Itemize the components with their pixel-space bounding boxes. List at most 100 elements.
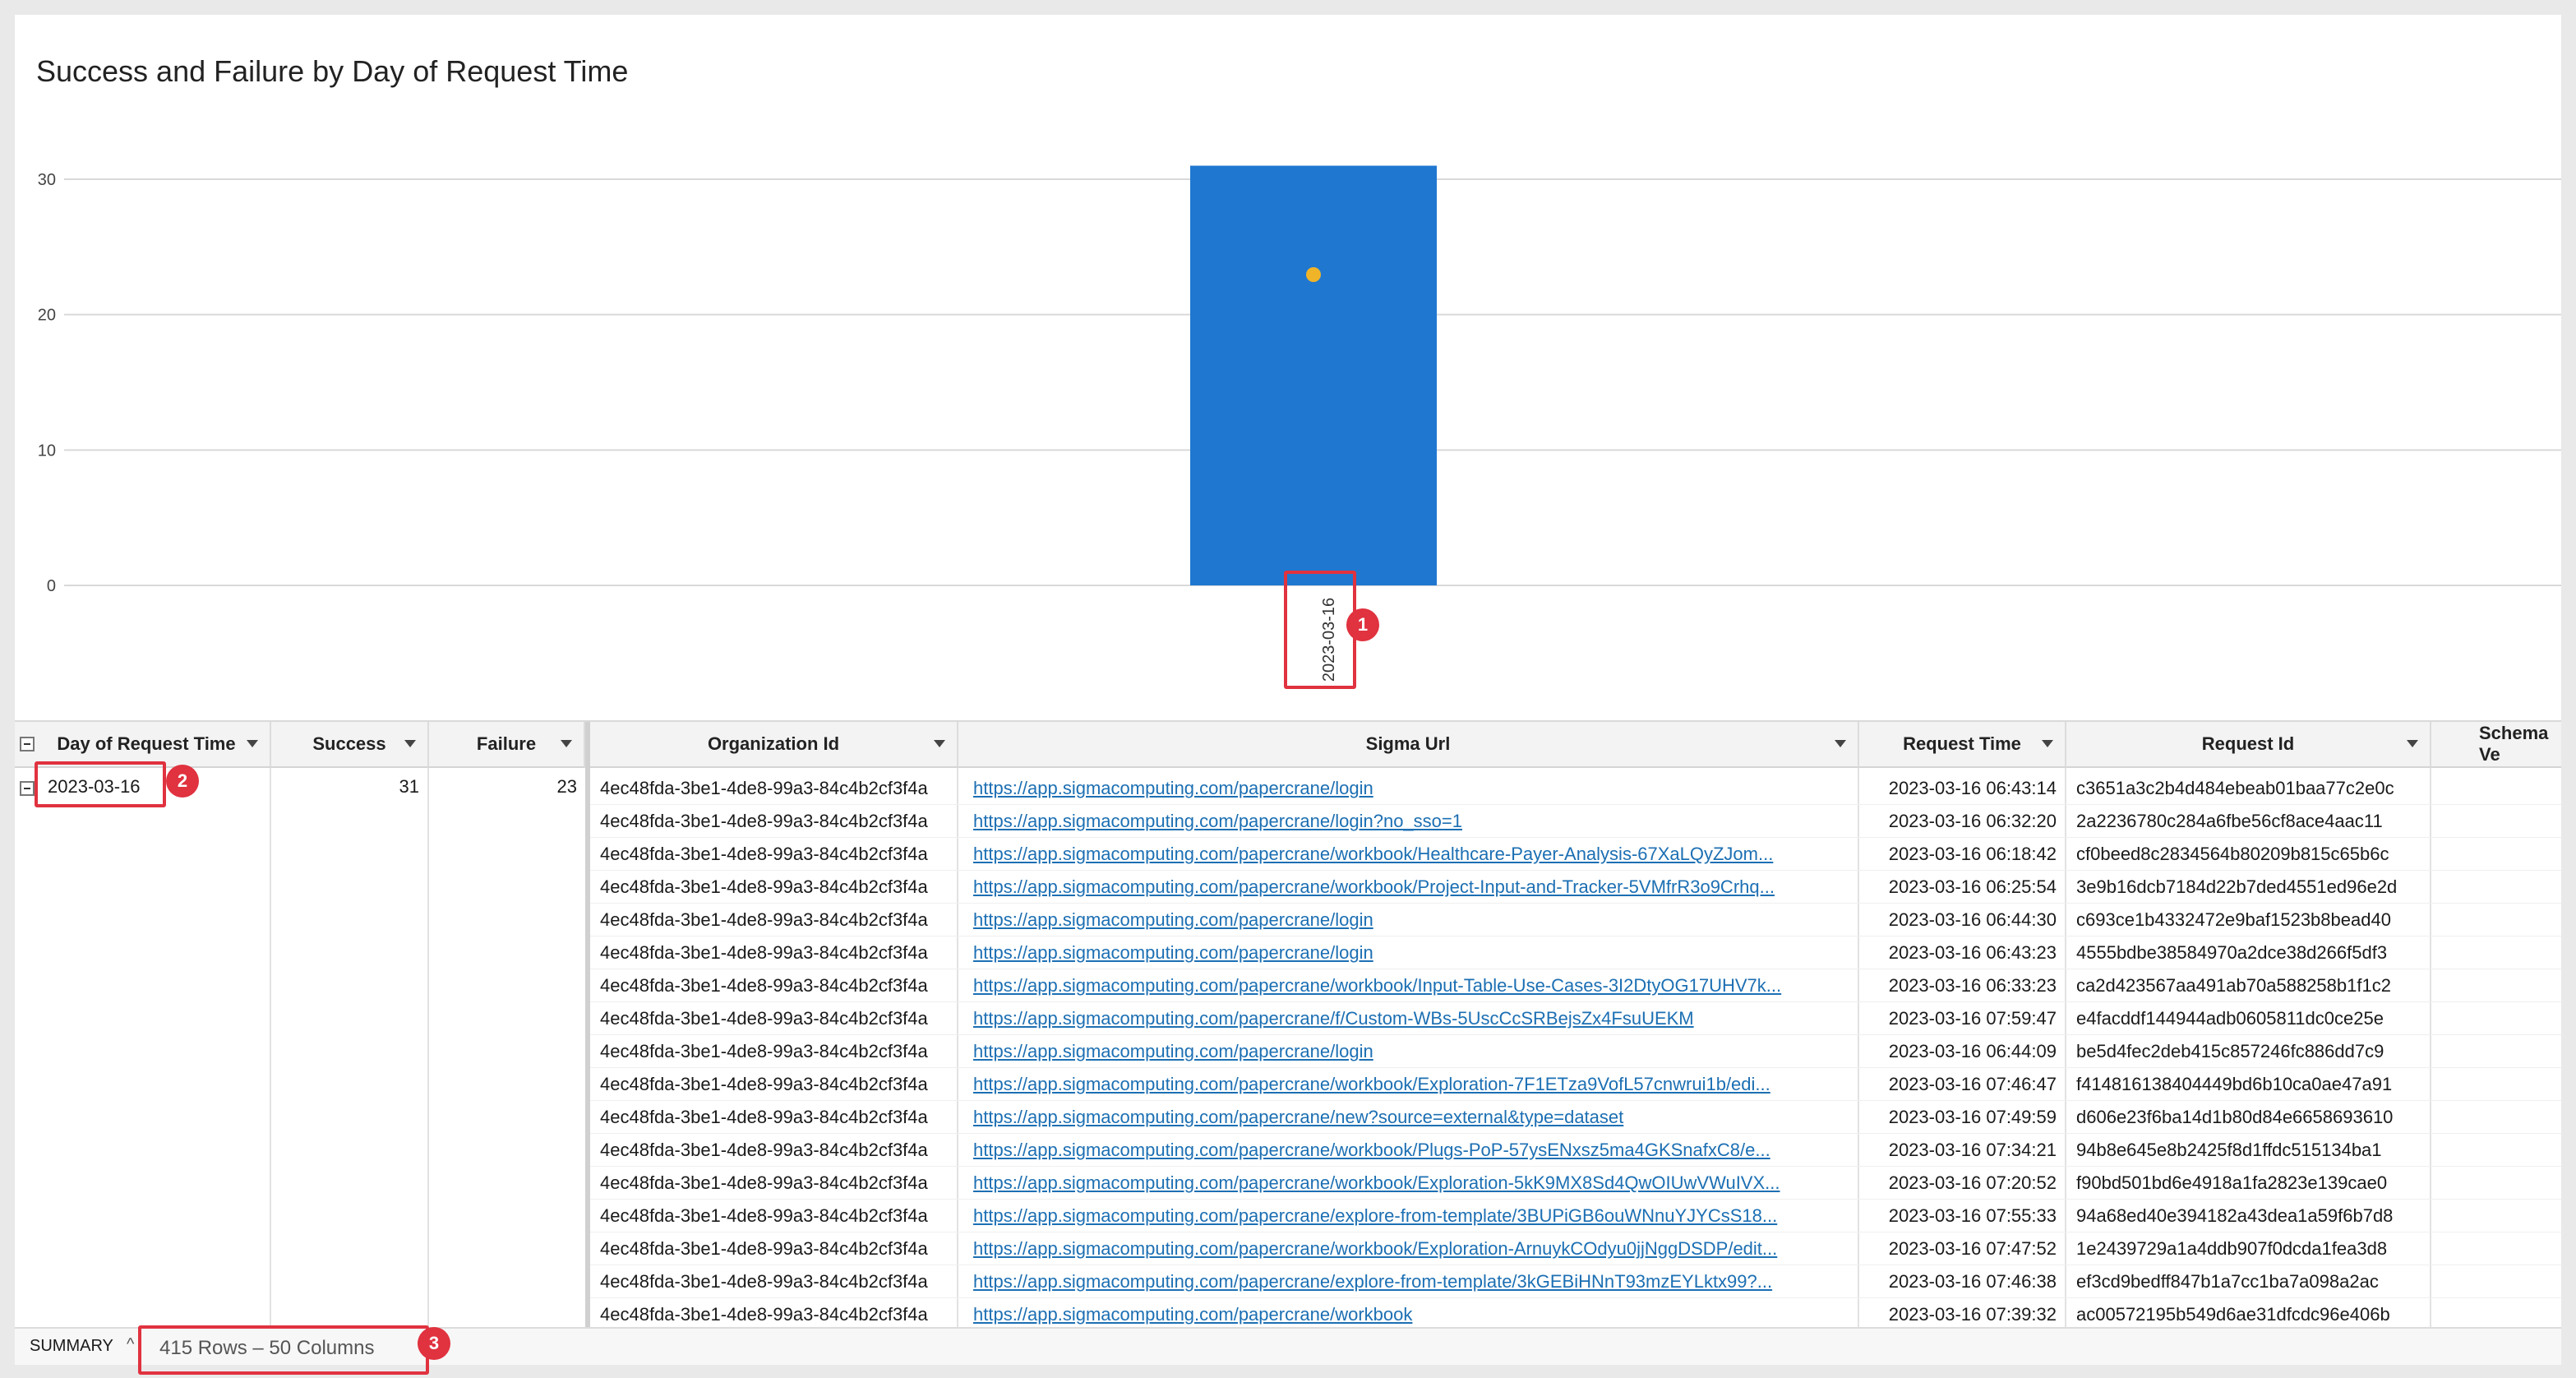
cell-sigma-url[interactable]: https://app.sigmacomputing.com/papercran… [973, 1008, 1854, 1029]
header-request-id[interactable]: Request Id [2066, 722, 2431, 768]
collapse-all-icon[interactable] [20, 737, 35, 751]
cell-request-id[interactable]: cf0beed8c2834564b80209b815c65b6c [2076, 844, 2430, 865]
cell-request-time[interactable]: 2023-03-16 07:49:59 [1859, 1107, 2057, 1128]
cell-request-id[interactable]: c693ce1b4332472e9baf1523b8bead40 [2076, 909, 2430, 931]
cell-request-id[interactable]: e4facddf144944adb0605811dc0ce25e [2076, 1008, 2430, 1029]
cell-sigma-url[interactable]: https://app.sigmacomputing.com/papercran… [973, 1074, 1854, 1095]
cell-request-id[interactable]: ac00572195b549d6ae31dfcdc96e406b [2076, 1304, 2430, 1325]
row-divider [590, 1166, 2561, 1167]
bar-success[interactable] [1190, 165, 1437, 586]
header-label: Day of Request Time [57, 733, 236, 754]
chevron-down-icon[interactable] [1835, 740, 1846, 747]
cell-request-id[interactable]: 94b8e645e8b2425f8d1ffdc515134ba1 [2076, 1140, 2430, 1161]
cell-sigma-url[interactable]: https://app.sigmacomputing.com/papercran… [973, 1140, 1854, 1161]
row-divider [590, 903, 2561, 904]
header-success[interactable]: Success [271, 722, 429, 768]
cell-organization-id[interactable]: 4ec48fda-3be1-4de8-99a3-84c4b2cf3f4a [600, 1107, 958, 1128]
chevron-down-icon[interactable] [561, 740, 572, 747]
cell-organization-id[interactable]: 4ec48fda-3be1-4de8-99a3-84c4b2cf3f4a [600, 1172, 958, 1194]
chevron-down-icon[interactable] [404, 740, 416, 747]
cell-request-id[interactable]: f90bd501bd6e4918a1fa2823e139cae0 [2076, 1172, 2430, 1194]
cell-request-time[interactable]: 2023-03-16 06:43:14 [1859, 778, 2057, 799]
chevron-down-icon[interactable] [247, 740, 258, 747]
group-cell-failure[interactable]: 23 [429, 776, 577, 798]
cell-request-id[interactable]: 3e9b16dcb7184d22b7ded4551ed96e2d [2076, 876, 2430, 898]
chevron-up-icon[interactable]: ^ [127, 1335, 134, 1354]
cell-sigma-url[interactable]: https://app.sigmacomputing.com/papercran… [973, 778, 1854, 799]
cell-request-time[interactable]: 2023-03-16 07:20:52 [1859, 1172, 2057, 1194]
cell-request-time[interactable]: 2023-03-16 06:44:30 [1859, 909, 2057, 931]
cell-sigma-url[interactable]: https://app.sigmacomputing.com/papercran… [973, 1304, 1854, 1325]
header-label: Schema Ve [2479, 723, 2549, 765]
cell-sigma-url[interactable]: https://app.sigmacomputing.com/papercran… [973, 909, 1854, 931]
cell-organization-id[interactable]: 4ec48fda-3be1-4de8-99a3-84c4b2cf3f4a [600, 1008, 958, 1029]
cell-organization-id[interactable]: 4ec48fda-3be1-4de8-99a3-84c4b2cf3f4a [600, 1271, 958, 1292]
cell-organization-id[interactable]: 4ec48fda-3be1-4de8-99a3-84c4b2cf3f4a [600, 811, 958, 832]
cell-organization-id[interactable]: 4ec48fda-3be1-4de8-99a3-84c4b2cf3f4a [600, 1074, 958, 1095]
row-divider [590, 1034, 2561, 1035]
cell-sigma-url[interactable]: https://app.sigmacomputing.com/papercran… [973, 811, 1854, 832]
cell-request-time[interactable]: 2023-03-16 07:46:38 [1859, 1271, 2057, 1292]
chevron-down-icon[interactable] [934, 740, 945, 747]
cell-organization-id[interactable]: 4ec48fda-3be1-4de8-99a3-84c4b2cf3f4a [600, 876, 958, 898]
cell-request-id[interactable]: 1e2439729a1a4ddb907f0dcda1fea3d8 [2076, 1238, 2430, 1260]
cell-request-time[interactable]: 2023-03-16 06:33:23 [1859, 975, 2057, 997]
cell-organization-id[interactable]: 4ec48fda-3be1-4de8-99a3-84c4b2cf3f4a [600, 1140, 958, 1161]
header-schema-version[interactable]: Schema Ve [2431, 722, 2561, 768]
cell-sigma-url[interactable]: https://app.sigmacomputing.com/papercran… [973, 1172, 1854, 1194]
cell-request-id[interactable]: c3651a3c2b4d484ebeab01baa77c2e0c [2076, 778, 2430, 799]
row-divider [590, 870, 2561, 871]
cell-request-time[interactable]: 2023-03-16 07:59:47 [1859, 1008, 2057, 1029]
chevron-down-icon[interactable] [2042, 740, 2053, 747]
cell-request-time[interactable]: 2023-03-16 06:25:54 [1859, 876, 2057, 898]
cell-request-id[interactable]: be5d4fec2deb415c857246fc886dd7c9 [2076, 1041, 2430, 1062]
cell-request-time[interactable]: 2023-03-16 07:46:47 [1859, 1074, 2057, 1095]
column-divider [427, 768, 429, 1343]
cell-request-time[interactable]: 2023-03-16 06:18:42 [1859, 844, 2057, 865]
cell-organization-id[interactable]: 4ec48fda-3be1-4de8-99a3-84c4b2cf3f4a [600, 942, 958, 964]
cell-organization-id[interactable]: 4ec48fda-3be1-4de8-99a3-84c4b2cf3f4a [600, 778, 958, 799]
cell-sigma-url[interactable]: https://app.sigmacomputing.com/papercran… [973, 1238, 1854, 1260]
header-request-time[interactable]: Request Time [1859, 722, 2066, 768]
cell-organization-id[interactable]: 4ec48fda-3be1-4de8-99a3-84c4b2cf3f4a [600, 975, 958, 997]
cell-organization-id[interactable]: 4ec48fda-3be1-4de8-99a3-84c4b2cf3f4a [600, 909, 958, 931]
cell-organization-id[interactable]: 4ec48fda-3be1-4de8-99a3-84c4b2cf3f4a [600, 1205, 958, 1227]
header-label: Request Time [1903, 733, 2021, 754]
cell-organization-id[interactable]: 4ec48fda-3be1-4de8-99a3-84c4b2cf3f4a [600, 1041, 958, 1062]
cell-request-time[interactable]: 2023-03-16 07:47:52 [1859, 1238, 2057, 1260]
cell-request-time[interactable]: 2023-03-16 06:44:09 [1859, 1041, 2057, 1062]
cell-sigma-url[interactable]: https://app.sigmacomputing.com/papercran… [973, 1107, 1854, 1128]
collapse-group-icon[interactable] [20, 781, 35, 796]
cell-sigma-url[interactable]: https://app.sigmacomputing.com/papercran… [973, 844, 1854, 865]
cell-sigma-url[interactable]: https://app.sigmacomputing.com/papercran… [973, 1271, 1854, 1292]
point-failure[interactable] [1306, 267, 1321, 282]
cell-request-time[interactable]: 2023-03-16 06:32:20 [1859, 811, 2057, 832]
cell-request-time[interactable]: 2023-03-16 06:43:23 [1859, 942, 2057, 964]
cell-sigma-url[interactable]: https://app.sigmacomputing.com/papercran… [973, 942, 1854, 964]
cell-sigma-url[interactable]: https://app.sigmacomputing.com/papercran… [973, 1041, 1854, 1062]
cell-request-id[interactable]: ca2d423567aa491ab70a588258b1f1c2 [2076, 975, 2430, 997]
cell-sigma-url[interactable]: https://app.sigmacomputing.com/papercran… [973, 876, 1854, 898]
y-tick-label: 20 [38, 307, 56, 325]
cell-request-id[interactable]: 4555bdbe38584970a2dce38d266f5df3 [2076, 942, 2430, 964]
cell-request-time[interactable]: 2023-03-16 07:34:21 [1859, 1140, 2057, 1161]
cell-request-time[interactable]: 2023-03-16 07:39:32 [1859, 1304, 2057, 1325]
header-sigma-url[interactable]: Sigma Url [958, 722, 1859, 768]
cell-sigma-url[interactable]: https://app.sigmacomputing.com/papercran… [973, 1205, 1854, 1227]
cell-request-time[interactable]: 2023-03-16 07:55:33 [1859, 1205, 2057, 1227]
panel-divider[interactable] [585, 722, 590, 1343]
cell-organization-id[interactable]: 4ec48fda-3be1-4de8-99a3-84c4b2cf3f4a [600, 1238, 958, 1260]
cell-request-id[interactable]: 2a2236780c284a6fbe56cf8ace4aac11 [2076, 811, 2430, 832]
cell-organization-id[interactable]: 4ec48fda-3be1-4de8-99a3-84c4b2cf3f4a [600, 844, 958, 865]
cell-organization-id[interactable]: 4ec48fda-3be1-4de8-99a3-84c4b2cf3f4a [600, 1304, 958, 1325]
group-cell-success[interactable]: 31 [271, 776, 419, 798]
cell-request-id[interactable]: d606e23f6ba14d1b80d84e6658693610 [2076, 1107, 2430, 1128]
summary-toggle[interactable]: SUMMARY [30, 1337, 113, 1356]
cell-request-id[interactable]: ef3cd9bedff847b1a7cc1ba7a098a2ac [2076, 1271, 2430, 1292]
chevron-down-icon[interactable] [2407, 740, 2418, 747]
cell-request-id[interactable]: 94a68ed40e394182a43dea1a59f6b7d8 [2076, 1205, 2430, 1227]
cell-request-id[interactable]: f414816138404449bd6b10ca0ae47a91 [2076, 1074, 2430, 1095]
cell-sigma-url[interactable]: https://app.sigmacomputing.com/papercran… [973, 975, 1854, 997]
header-organization-id[interactable]: Organization Id [590, 722, 958, 768]
header-failure[interactable]: Failure [429, 722, 585, 768]
